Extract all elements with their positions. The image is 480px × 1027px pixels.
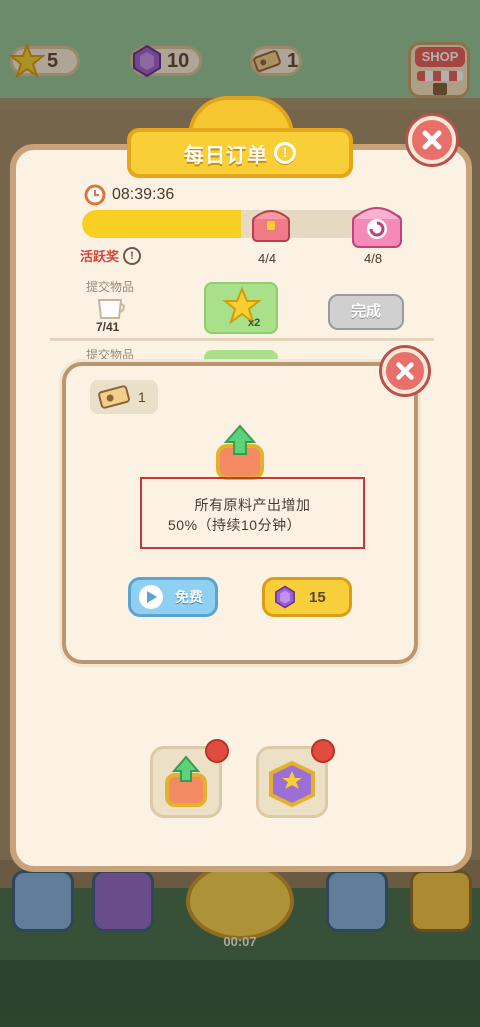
free-button-label: 免费	[175, 589, 203, 605]
active-reward-label[interactable]: 活跃奖 !	[80, 246, 142, 265]
activity-progress-fill	[82, 210, 241, 238]
order-2-label: 提交物品	[86, 348, 135, 362]
info-icon[interactable]: !	[274, 142, 296, 164]
activity-progress-bar	[82, 210, 382, 238]
close-daily-order-button[interactable]	[408, 116, 456, 164]
notification-dot	[311, 739, 335, 763]
notification-dot	[205, 739, 229, 763]
treasure-chest-icon	[252, 210, 290, 242]
daily-order-title-bar: 每日订单 !	[127, 128, 353, 178]
info-icon: !	[123, 246, 142, 265]
gem-icon	[275, 585, 295, 609]
free-watch-ad-button[interactable]: 免费	[128, 577, 218, 617]
order-divider	[50, 338, 434, 341]
chest-reward-2[interactable]	[348, 198, 406, 252]
booster-slot-box[interactable]	[256, 739, 335, 818]
clock-icon	[84, 184, 106, 206]
complete-order-button[interactable]: 完成	[328, 294, 404, 330]
booster-description-line-2: 50%（持续10分钟）	[168, 517, 302, 533]
play-icon	[139, 585, 163, 609]
close-icon	[396, 362, 414, 380]
refresh-chest-icon	[352, 207, 402, 248]
order-1-item-count: 7/41	[96, 320, 120, 334]
ticket-icon	[98, 385, 130, 409]
gem-price: 15	[309, 588, 326, 606]
production-boost-icon	[216, 424, 264, 480]
chest-reward-1[interactable]	[248, 202, 294, 246]
page-title: 每日订单	[184, 144, 268, 167]
ticket-balance-count: 1	[138, 389, 146, 405]
booster-description: 所有原料产出增加 50%（持续10分钟）	[140, 477, 365, 549]
close-booster-popup-button[interactable]	[382, 348, 428, 394]
buy-with-gems-button[interactable]: 15	[262, 577, 352, 617]
order-countdown: 08:39:36	[112, 186, 175, 203]
close-icon	[422, 130, 442, 150]
booster-slot-production[interactable]	[150, 739, 229, 818]
chest-1-progress: 4/4	[258, 251, 277, 266]
active-reward-text: 活跃奖	[80, 249, 120, 264]
order-1-reward-multiplier: x2	[248, 317, 261, 329]
coffee-cup-icon	[97, 299, 125, 319]
ticket-balance: 1	[90, 380, 158, 414]
booster-description-line-1: 所有原料产出增加	[194, 497, 311, 513]
order-1-label: 提交物品	[86, 280, 135, 294]
chest-2-progress: 4/8	[364, 251, 383, 266]
